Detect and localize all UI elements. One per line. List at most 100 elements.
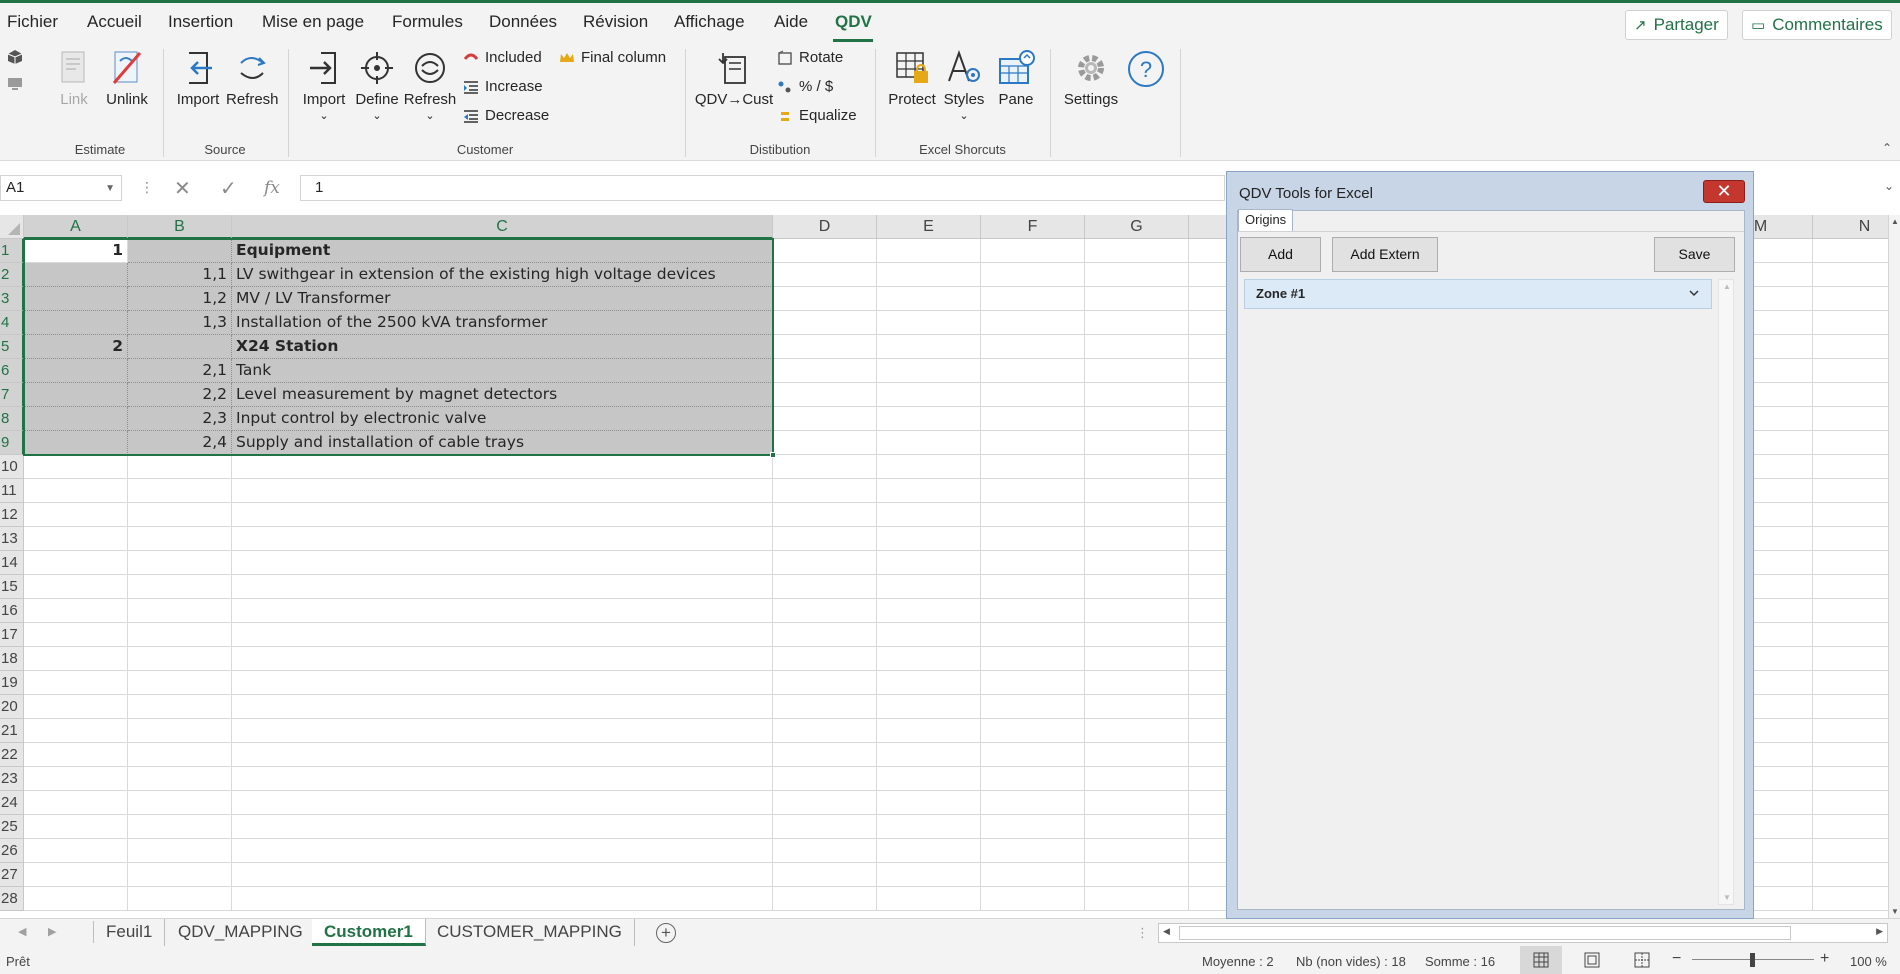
row-header-21[interactable]: 21 [0, 719, 24, 743]
expand-formula-icon[interactable]: ⌄ [1884, 179, 1894, 193]
cell-e13[interactable] [877, 527, 981, 551]
cell-d10[interactable] [773, 455, 877, 479]
cell-b23[interactable] [128, 767, 232, 791]
cell-c12[interactable] [232, 503, 773, 527]
cell-g14[interactable] [1085, 551, 1189, 575]
cell-g6[interactable] [1085, 359, 1189, 383]
cell-n22[interactable] [1813, 743, 1900, 767]
cell-n28[interactable] [1813, 887, 1900, 911]
row-header-16[interactable]: 16 [0, 599, 24, 623]
cell-f7[interactable] [981, 383, 1085, 407]
cell-a24[interactable] [24, 791, 128, 815]
row-header-15[interactable]: 15 [0, 575, 24, 599]
cell-g20[interactable] [1085, 695, 1189, 719]
enter-icon[interactable]: ✓ [220, 176, 237, 201]
cell-e24[interactable] [877, 791, 981, 815]
tab-origins[interactable]: Origins [1238, 209, 1294, 231]
cell-n13[interactable] [1813, 527, 1900, 551]
sheet-tab-feuil1[interactable]: Feuil1 [94, 919, 166, 946]
tab-accueil[interactable]: Accueil [87, 12, 142, 32]
cell-c15[interactable] [232, 575, 773, 599]
cell-f1[interactable] [981, 239, 1085, 263]
cell-n21[interactable] [1813, 719, 1900, 743]
add-extern-button[interactable]: Add Extern [1332, 237, 1438, 272]
cell-e2[interactable] [877, 263, 981, 287]
cell-c21[interactable] [232, 719, 773, 743]
cell-n20[interactable] [1813, 695, 1900, 719]
row-header-1[interactable]: 1 [0, 239, 24, 263]
cell-g18[interactable] [1085, 647, 1189, 671]
cell-e16[interactable] [877, 599, 981, 623]
cell-c17[interactable] [232, 623, 773, 647]
row-header-12[interactable]: 12 [0, 503, 24, 527]
cell-f2[interactable] [981, 263, 1085, 287]
column-header-d[interactable]: D [773, 215, 877, 239]
page-break-icon[interactable] [1634, 952, 1650, 968]
cell-a25[interactable] [24, 815, 128, 839]
cell-c18[interactable] [232, 647, 773, 671]
select-all-corner[interactable] [0, 215, 24, 239]
cell-b12[interactable] [128, 503, 232, 527]
cell-f11[interactable] [981, 479, 1085, 503]
cell-n19[interactable] [1813, 671, 1900, 695]
cell-n2[interactable] [1813, 263, 1900, 287]
customer-import-button[interactable]: Import ⌄ [299, 43, 349, 133]
cell-n11[interactable] [1813, 479, 1900, 503]
rotate-button[interactable]: Rotate [777, 49, 843, 66]
cell-e26[interactable] [877, 839, 981, 863]
cell-c14[interactable] [232, 551, 773, 575]
collapse-ribbon-icon[interactable]: ⌃ [1882, 141, 1892, 155]
previous-sheet-icon[interactable]: ◀ [18, 925, 26, 938]
column-header-g[interactable]: G [1085, 215, 1189, 239]
cell-a9[interactable] [24, 431, 128, 455]
name-box[interactable]: A1 ▼ [0, 175, 122, 201]
cell-d1[interactable] [773, 239, 877, 263]
cell-d25[interactable] [773, 815, 877, 839]
cell-a8[interactable] [24, 407, 128, 431]
row-header-14[interactable]: 14 [0, 551, 24, 575]
insert-function-icon[interactable]: fx [264, 178, 280, 198]
included-button[interactable]: Included [463, 49, 542, 66]
cell-g10[interactable] [1085, 455, 1189, 479]
cell-f22[interactable] [981, 743, 1085, 767]
cell-a5[interactable]: 2 [24, 335, 128, 359]
cell-g1[interactable] [1085, 239, 1189, 263]
cell-c5[interactable]: X24 Station [232, 335, 773, 359]
cell-d16[interactable] [773, 599, 877, 623]
cell-f21[interactable] [981, 719, 1085, 743]
cell-e25[interactable] [877, 815, 981, 839]
cell-b27[interactable] [128, 863, 232, 887]
cell-e28[interactable] [877, 887, 981, 911]
cell-e7[interactable] [877, 383, 981, 407]
cell-c7[interactable]: Level measurement by magnet detectors [232, 383, 773, 407]
cell-b10[interactable] [128, 455, 232, 479]
cell-e3[interactable] [877, 287, 981, 311]
cell-d17[interactable] [773, 623, 877, 647]
cell-n23[interactable] [1813, 767, 1900, 791]
cell-e12[interactable] [877, 503, 981, 527]
cell-a17[interactable] [24, 623, 128, 647]
cube-icon[interactable] [7, 49, 23, 65]
cell-a10[interactable] [24, 455, 128, 479]
cell-a27[interactable] [24, 863, 128, 887]
save-button[interactable]: Save [1654, 237, 1735, 272]
cell-c10[interactable] [232, 455, 773, 479]
percent-dollar-button[interactable]: % / $ [777, 78, 833, 95]
zoom-out-icon[interactable]: − [1672, 950, 1681, 968]
row-header-2[interactable]: 2 [0, 263, 24, 287]
row-header-19[interactable]: 19 [0, 671, 24, 695]
cell-c28[interactable] [232, 887, 773, 911]
cell-n6[interactable] [1813, 359, 1900, 383]
cell-d22[interactable] [773, 743, 877, 767]
cell-g9[interactable] [1085, 431, 1189, 455]
cancel-icon[interactable]: ✕ [174, 176, 191, 201]
cell-b25[interactable] [128, 815, 232, 839]
styles-button[interactable]: Styles ⌄ [940, 43, 988, 133]
cell-b9[interactable]: 2,4 [128, 431, 232, 455]
customer-refresh-button[interactable]: Refresh ⌄ [403, 43, 457, 133]
cell-g5[interactable] [1085, 335, 1189, 359]
cell-n16[interactable] [1813, 599, 1900, 623]
add-sheet-button[interactable]: + [656, 923, 676, 943]
cell-c1[interactable]: Equipment [232, 239, 773, 263]
cell-c13[interactable] [232, 527, 773, 551]
